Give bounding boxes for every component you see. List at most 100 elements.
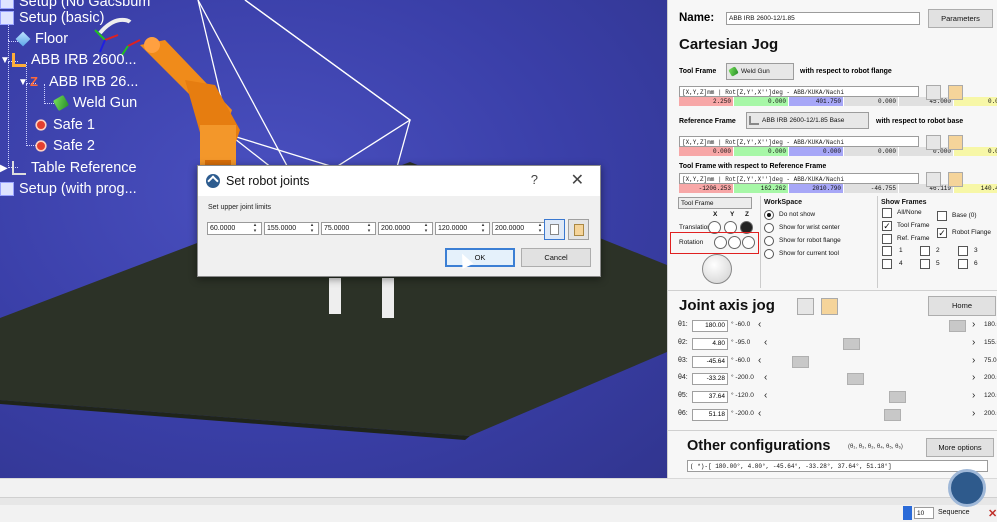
joint-3-checkbox[interactable] [958, 246, 968, 256]
copy-icon[interactable] [926, 135, 941, 150]
decrease-arrow-icon[interactable]: ‹ [764, 390, 767, 401]
tree-item-safe-1[interactable]: Safe 1 [34, 115, 95, 135]
paste-icon[interactable] [821, 298, 838, 315]
reference-format-select[interactable]: [X,Y,Z]mm | Rot[Z,Y',X'']deg - ABB/KUKA/… [679, 136, 919, 147]
paste-icon[interactable] [948, 172, 963, 187]
decrease-arrow-icon[interactable]: ‹ [764, 337, 767, 348]
ref-frame-checkbox[interactable] [882, 234, 892, 244]
joint-value-input[interactable]: 180.00 [692, 320, 728, 332]
copy-icon[interactable] [926, 172, 941, 187]
set-robot-joints-dialog[interactable]: Set robot joints ? ✕ Set upper joint lim… [197, 165, 601, 277]
rotate-z-button[interactable] [742, 236, 755, 249]
expand-arrow-icon[interactable]: ▼ [0, 55, 12, 66]
joint-5-checkbox[interactable] [920, 259, 930, 269]
close-button[interactable]: ✕ [571, 170, 584, 190]
tree-item-setup-with-prog[interactable]: Setup (with prog... [0, 179, 137, 199]
base-checkbox[interactable] [937, 211, 947, 221]
increase-arrow-icon[interactable]: › [972, 319, 975, 330]
tool-z[interactable]: 401.750 [789, 97, 844, 106]
joint-value-input[interactable]: 4.80 [692, 337, 728, 350]
expand-arrow-icon[interactable]: ▶ [0, 163, 12, 174]
tool-frame-checkbox[interactable]: ✓ [882, 221, 892, 231]
paste-icon[interactable] [948, 85, 963, 100]
workspace-radio-flange[interactable] [764, 236, 774, 246]
joint-value-input[interactable]: 51.18 [692, 409, 728, 421]
workspace-radio-wrist[interactable] [764, 223, 774, 233]
joint-limit-5-input[interactable]: 120.0000 [435, 222, 490, 235]
joint-value-input[interactable]: -45.64 [692, 355, 728, 368]
joint-limit-1-input[interactable]: 60.0000 [207, 222, 262, 235]
rotate-x-button[interactable] [714, 236, 727, 249]
tool-frame-select[interactable]: Weld Gun [726, 63, 794, 80]
all-none-checkbox[interactable] [882, 208, 892, 218]
increase-arrow-icon[interactable]: › [972, 372, 975, 383]
configuration-select[interactable]: ( *)-[ 180.00°, 4.80°, -45.64°, -33.28°,… [687, 460, 988, 472]
tool-ref-z[interactable]: 2010.790 [789, 184, 844, 193]
joint-slider-handle[interactable] [846, 373, 864, 386]
joint-4-checkbox[interactable] [882, 259, 892, 269]
tool-y[interactable]: 0.000 [734, 97, 789, 106]
decrease-arrow-icon[interactable]: ‹ [764, 372, 767, 383]
robot-name-field[interactable]: ABB IRB 2600-12/1.85 [726, 12, 920, 25]
tool-ref-format-select[interactable]: [X,Y,Z]mm | Rot[Z,Y',X'']deg - ABB/KUKA/… [679, 173, 919, 184]
tool-ref-y[interactable]: 162.262 [734, 184, 789, 193]
ref-z[interactable]: 0.000 [789, 147, 844, 156]
expand-arrow-icon[interactable]: ▼ [18, 77, 30, 88]
tree-item-weld-gun[interactable]: Weld Gun [52, 93, 137, 113]
paste-values-button[interactable] [568, 219, 589, 240]
joint-limit-2-input[interactable]: 155.0000 [264, 222, 319, 235]
decrease-arrow-icon[interactable]: ‹ [758, 408, 761, 419]
ref-x[interactable]: 0.000 [679, 147, 734, 156]
rotate-y-button[interactable] [728, 236, 741, 249]
joint-slider-handle[interactable] [949, 320, 966, 332]
joint-value-input[interactable]: -33.28 [692, 373, 728, 386]
increase-arrow-icon[interactable]: › [972, 355, 975, 366]
tree-item-setup-basic[interactable]: Setup (basic) [0, 8, 104, 28]
joint-slider-handle[interactable] [883, 409, 901, 421]
copy-icon[interactable] [797, 298, 814, 315]
close-icon[interactable]: ✕ [988, 507, 997, 520]
help-button[interactable]: ? [531, 172, 538, 187]
tree-item-robot[interactable]: ▼ ABB IRB 2600... [0, 50, 137, 70]
decrease-arrow-icon[interactable]: ‹ [758, 319, 761, 330]
roboDK-logo-icon[interactable] [948, 469, 986, 507]
cancel-button[interactable]: Cancel [521, 248, 591, 267]
copy-icon[interactable] [926, 85, 941, 100]
workspace-radio-none[interactable] [764, 210, 774, 220]
paste-icon[interactable] [948, 135, 963, 150]
jog-dial[interactable] [702, 254, 732, 284]
decrease-arrow-icon[interactable]: ‹ [758, 355, 761, 366]
increase-arrow-icon[interactable]: › [972, 408, 975, 419]
sequence-count-input[interactable]: 10 [914, 507, 934, 519]
joint-value-input[interactable]: 37.64 [692, 391, 728, 404]
increase-arrow-icon[interactable]: › [972, 390, 975, 401]
tool-ref-x[interactable]: -1206.253 [679, 184, 734, 193]
ref-y[interactable]: 0.000 [734, 147, 789, 156]
joint-limit-6-input[interactable]: 200.0000 [492, 222, 547, 235]
tree-item-table-reference[interactable]: ▶ Table Reference [0, 158, 137, 178]
dialog-titlebar[interactable]: Set robot joints ? ✕ [198, 166, 600, 196]
joint-2-checkbox[interactable] [920, 246, 930, 256]
workspace-radio-tool[interactable] [764, 249, 774, 259]
joint-slider-handle[interactable] [843, 337, 861, 350]
tool-format-select[interactable]: [X,Y,Z]mm | Rot[Z,Y',X'']deg - ABB/KUKA/… [679, 86, 919, 97]
more-options-button[interactable]: More options [926, 438, 994, 457]
home-button[interactable]: Home [928, 296, 996, 316]
tool-ref-rz[interactable]: -46.755 [844, 184, 899, 193]
tool-x[interactable]: 2.250 [679, 97, 734, 106]
robot-flange-checkbox[interactable]: ✓ [937, 228, 947, 238]
parameters-button[interactable]: Parameters [928, 9, 993, 28]
timeline-strip[interactable] [0, 497, 997, 505]
increase-arrow-icon[interactable]: › [972, 337, 975, 348]
tree-item-robot-arm[interactable]: ▼ Z ABB IRB 26... [18, 72, 138, 92]
joint-limit-4-input[interactable]: 200.0000 [378, 222, 433, 235]
tree-item-floor[interactable]: Floor [15, 29, 68, 49]
reference-frame-select[interactable]: ABB IRB 2600-12/1.85 Base [746, 112, 869, 129]
copy-values-button[interactable] [544, 219, 565, 240]
joint-6-checkbox[interactable] [958, 259, 968, 269]
joint-slider-handle[interactable] [792, 355, 810, 368]
joint-limit-3-input[interactable]: 75.0000 [321, 222, 376, 235]
joint-slider-handle[interactable] [889, 391, 907, 404]
joint-1-checkbox[interactable] [882, 246, 892, 256]
jog-frame-select[interactable]: Tool Frame [678, 197, 752, 209]
